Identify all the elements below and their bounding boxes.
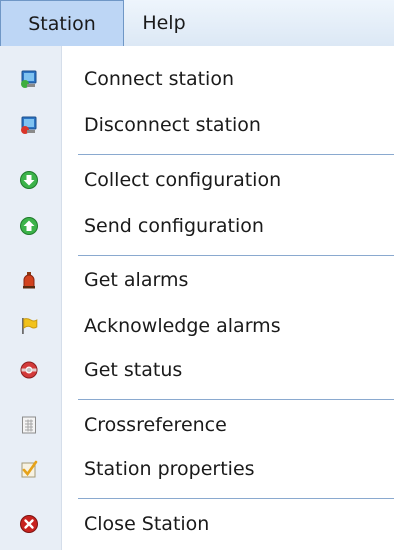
menu-item-label: Get status [84,359,183,381]
menu-separator [78,498,394,499]
properties-check-icon [20,460,38,478]
menu-bar: Station Help [0,0,394,47]
menu-item-get-alarms[interactable]: Get alarms [0,260,394,300]
menu-item-station-properties[interactable]: Station properties [0,449,394,489]
menu-help[interactable]: Help [124,0,204,46]
menu-item-crossreference[interactable]: Crossreference [0,405,394,445]
document-grid-icon [20,416,38,434]
menu-item-label: Collect configuration [84,169,282,191]
menu-item-connect-station[interactable]: Connect station [0,59,394,99]
menu-item-label: Get alarms [84,269,189,291]
menu-item-label: Crossreference [84,414,227,436]
red-close-icon [20,515,38,533]
menu-station[interactable]: Station [0,0,124,46]
monitor-disconnect-icon [20,116,38,134]
green-arrow-down-icon [20,171,38,189]
menu-item-send-configuration[interactable]: Send configuration [0,206,394,246]
menu-item-get-status[interactable]: Get status [0,350,394,390]
menu-separator [78,154,394,155]
menu-item-label: Acknowledge alarms [84,315,281,337]
menu-item-disconnect-station[interactable]: Disconnect station [0,105,394,145]
menu-item-label: Station properties [84,458,255,480]
menu-separator [78,399,394,400]
status-lifebuoy-icon [20,361,38,379]
menu-item-label: Disconnect station [84,114,261,136]
menu-item-collect-configuration[interactable]: Collect configuration [0,160,394,200]
menu-item-acknowledge-alarms[interactable]: Acknowledge alarms [0,306,394,346]
menu-item-label: Send configuration [84,215,264,237]
station-dropdown-menu: Connect station Disconnect station Colle… [0,46,394,550]
menu-item-label: Connect station [84,68,234,90]
menu-item-label: Close Station [84,513,210,535]
green-arrow-up-icon [20,217,38,235]
alarm-bell-icon [20,271,38,289]
menu-item-close-station[interactable]: Close Station [0,504,394,544]
monitor-connect-icon [20,70,38,88]
yellow-flag-icon [20,317,38,335]
menu-separator [78,255,394,256]
